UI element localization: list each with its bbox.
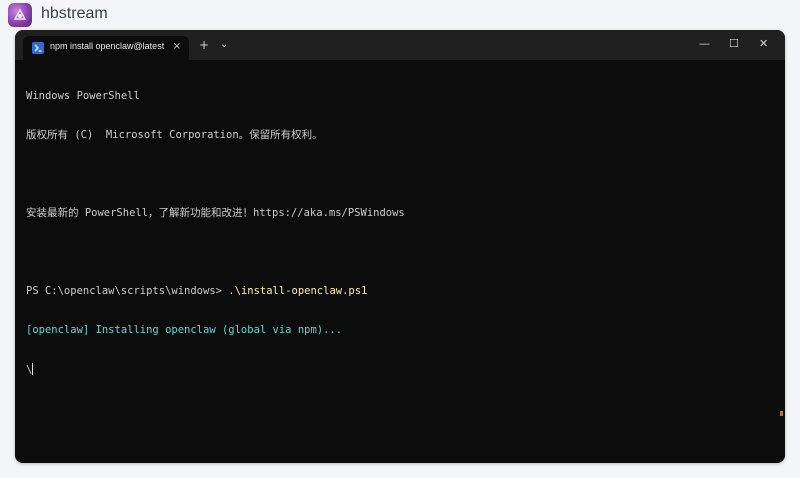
tab-npm-install[interactable]: npm install openclaw@latest × xyxy=(23,36,189,60)
terminal-line: 安装最新的 PowerShell，了解新功能和改进！https://aka.ms… xyxy=(26,207,405,219)
text-cursor xyxy=(32,363,34,375)
tab-label: npm install openclaw@latest xyxy=(50,41,165,51)
terminal-output[interactable]: Windows PowerShell 版权所有 (C) Microsoft Co… xyxy=(15,60,785,463)
scrollbar-marker[interactable] xyxy=(780,411,783,416)
desktop-background: hbstream npm install openclaw@latest × +… xyxy=(0,0,800,478)
powershell-icon xyxy=(32,42,44,54)
chevron-down-icon[interactable]: ⌄ xyxy=(220,39,228,51)
terminal-spinner-line: \ xyxy=(26,363,405,376)
hbstream-logo-icon xyxy=(8,3,32,27)
terminal-line: Windows PowerShell xyxy=(26,90,140,102)
terminal-window: npm install openclaw@latest × + ⌄ — ☐ ✕ … xyxy=(15,30,785,463)
app-header: hbstream xyxy=(0,0,800,30)
minimize-icon[interactable]: — xyxy=(699,38,710,50)
terminal-prompt-line: PS C:\openclaw\scripts\windows> .\instal… xyxy=(26,285,405,298)
terminal-line: 版权所有 (C) Microsoft Corporation。保留所有权利。 xyxy=(26,129,323,141)
tab-close-icon[interactable]: × xyxy=(173,40,181,54)
terminal-lines: Windows PowerShell 版权所有 (C) Microsoft Co… xyxy=(26,64,405,402)
app-name: hbstream xyxy=(41,5,108,22)
new-tab-icon[interactable]: + xyxy=(199,39,209,51)
maximize-icon[interactable]: ☐ xyxy=(729,38,739,50)
terminal-info-line: [openclaw] Installing openclaw (global v… xyxy=(26,324,343,336)
close-icon[interactable]: ✕ xyxy=(759,38,768,50)
terminal-prompt: PS C:\openclaw\scripts\windows> xyxy=(26,285,229,297)
terminal-titlebar[interactable]: npm install openclaw@latest × + ⌄ — ☐ ✕ xyxy=(15,30,785,60)
terminal-command: .\install-openclaw.ps1 xyxy=(228,285,368,297)
